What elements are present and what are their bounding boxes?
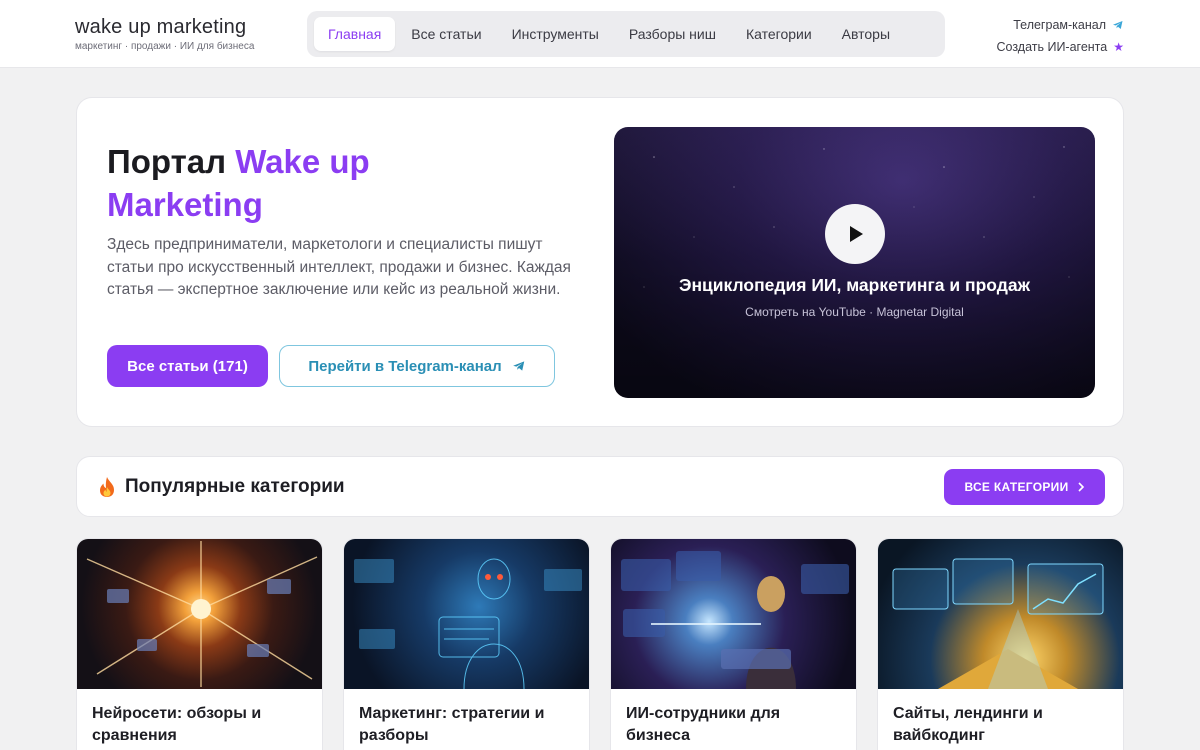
header-links: Телеграм-канал Создать ИИ-агента ★ [996,14,1124,58]
all-categories-label: ВСЕ КАТЕГОРИИ [964,480,1069,494]
play-button[interactable] [825,204,885,264]
category-image [611,539,856,689]
nav-item-categories[interactable]: Категории [732,17,826,51]
logo[interactable]: wake up marketing маркетинг · продажи · … [75,15,254,53]
category-illustration [892,558,1104,689]
fire-icon [100,477,114,497]
telegram-link-label: Телеграм-канал [1013,18,1106,32]
section-title-text: Популярные категории [125,476,345,497]
category-image [878,539,1123,689]
video-subtitle: Смотреть на YouTube · Magnetar Digital [745,305,964,319]
category-title: ИИ-сотрудники для бизнеса [626,705,781,744]
category-card-ai-employees[interactable]: ИИ-сотрудники для бизнеса [610,538,857,750]
category-card-marketing[interactable]: Маркетинг: стратегии и разборы [343,538,590,750]
create-agent-label: Создать ИИ-агента [996,40,1108,54]
nav-item-authors[interactable]: Авторы [828,17,904,51]
hero-title: Портал Wake up Marketing [107,140,527,226]
category-title: Нейросети: обзоры и сравнения [92,705,262,744]
section-title: Популярные категории [97,476,345,498]
telegram-channel-button[interactable]: Перейти в Telegram-канал [279,345,555,387]
category-card-neural-networks[interactable]: Нейросети: обзоры и сравнения [76,538,323,750]
popular-categories-header: Популярные категории ВСЕ КАТЕГОРИИ [76,456,1124,517]
star-icon: ★ [1113,40,1124,54]
nav-item-tools[interactable]: Инструменты [498,17,613,51]
video-title: Энциклопедия ИИ, маркетинга и продаж [679,275,1030,295]
all-articles-button[interactable]: Все статьи (171) [107,345,268,387]
play-icon [850,226,863,242]
main-nav: Главная Все статьи Инструменты Разборы н… [307,11,945,57]
nav-item-home[interactable]: Главная [314,17,396,51]
category-image [344,539,589,689]
category-title: Маркетинг: стратегии и разборы [359,705,545,744]
hero-card: Портал Wake up Marketing Здесь предприни… [76,97,1124,427]
hero-description: Здесь предприниматели, маркетологи и спе… [107,236,571,298]
nav-item-all-articles[interactable]: Все статьи [397,17,495,51]
chevron-right-icon [1077,482,1084,492]
category-illustration [354,558,582,689]
all-categories-button[interactable]: ВСЕ КАТЕГОРИИ [944,469,1105,505]
category-illustration [621,551,849,689]
category-image [77,539,322,689]
category-title: Сайты, лендинги и вайбкодинг [893,705,1043,744]
logo-tagline: маркетинг · продажи · ИИ для бизнеса [75,41,255,52]
telegram-channel-link[interactable]: Телеграм-канал [996,14,1124,36]
create-agent-link[interactable]: Создать ИИ-агента ★ [996,36,1124,58]
logo-title[interactable]: wake up marketing [75,15,254,39]
telegram-icon [1113,21,1123,29]
telegram-button-label: Перейти в Telegram-канал [308,357,502,375]
hero-title-plain: Портал [107,143,236,180]
telegram-icon [512,361,524,371]
video-preview[interactable]: Энциклопедия ИИ, маркетинга и продаж Смо… [614,127,1095,398]
site-header: wake up marketing маркетинг · продажи · … [0,0,1200,68]
category-card-websites[interactable]: Сайты, лендинги и вайбкодинг [877,538,1124,750]
category-illustration [86,541,318,687]
nav-item-niche-reviews[interactable]: Разборы ниш [615,17,730,51]
